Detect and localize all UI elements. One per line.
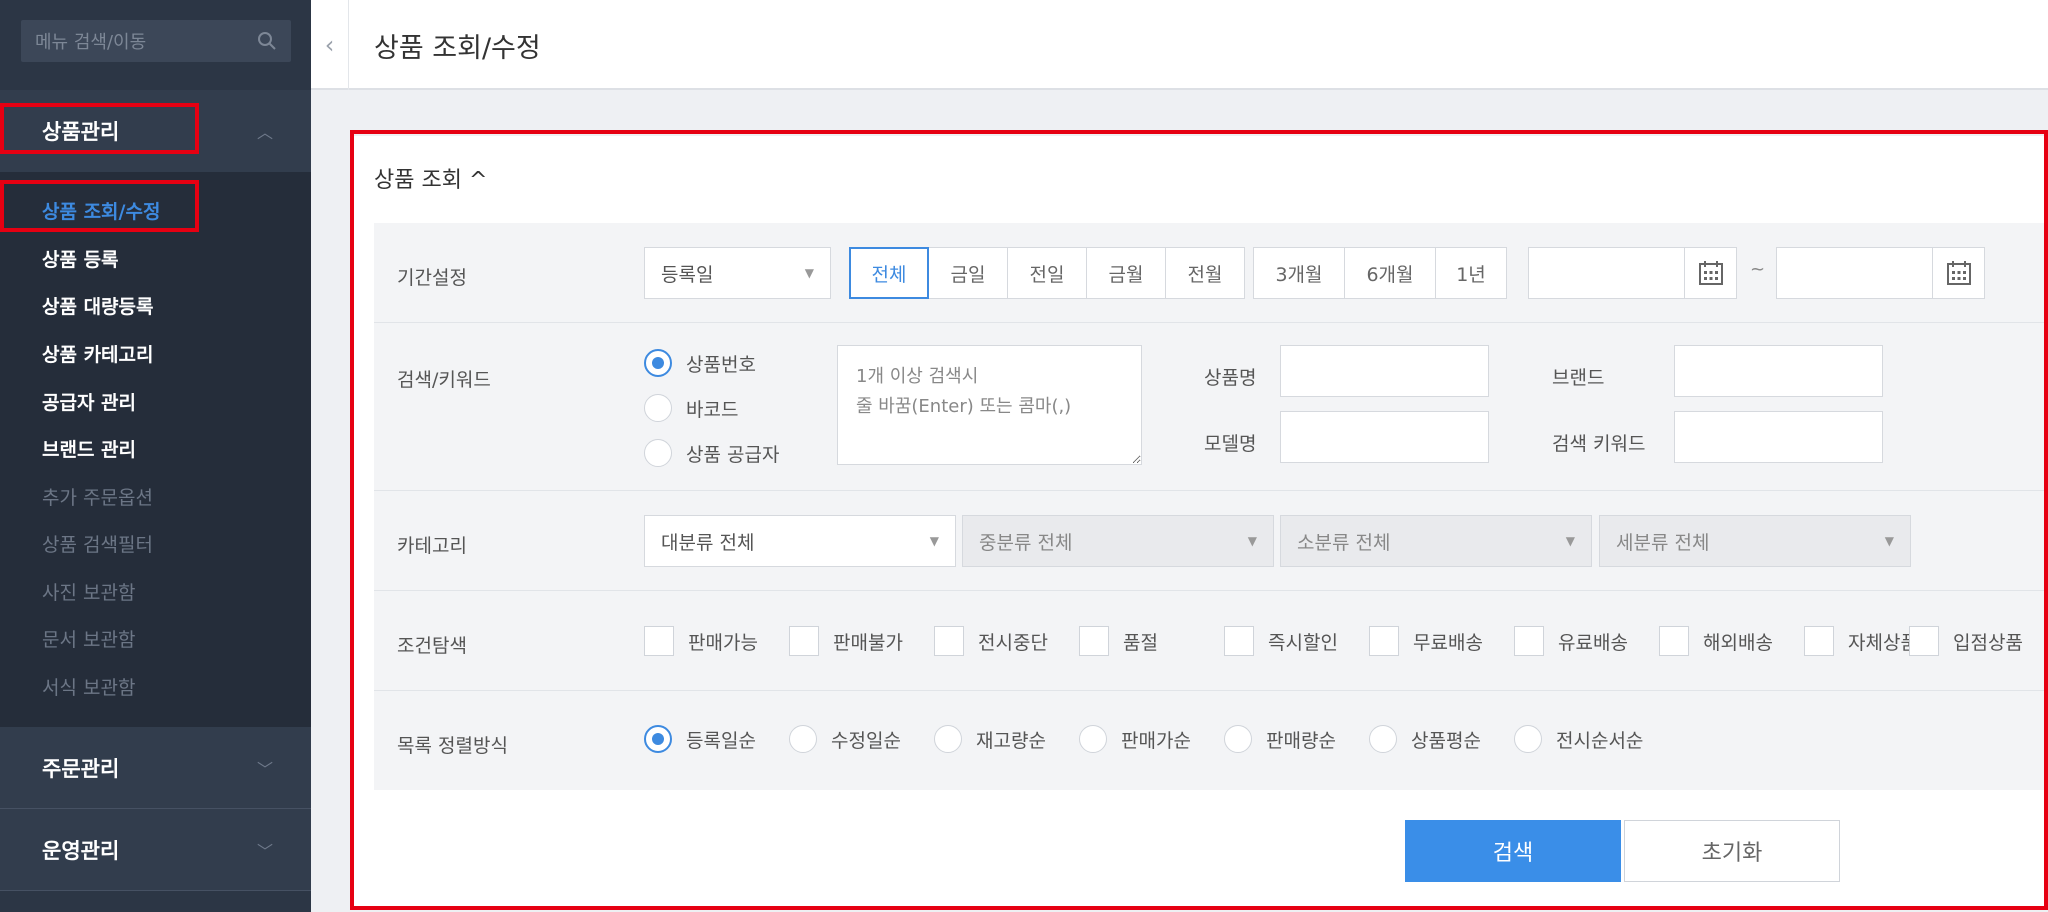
period-all-button[interactable]: 전체 xyxy=(849,247,929,299)
search-icon[interactable] xyxy=(257,31,277,51)
menu-search-box[interactable]: 메뉴 검색/이동 xyxy=(21,20,291,62)
highlight-search-panel xyxy=(350,130,2048,910)
sidebar-item-document-storage[interactable]: 문서 보관함 xyxy=(42,625,135,652)
menu-group-operation[interactable]: 운영관리 ﹀ xyxy=(0,809,311,891)
collapse-sidebar-button[interactable]: ‹ xyxy=(311,0,349,90)
menu-group-label: 운영관리 xyxy=(42,838,120,863)
sidebar-item-product-register[interactable]: 상품 등록 xyxy=(42,245,119,272)
chevron-down-icon: ﹀ xyxy=(256,759,273,779)
sidebar-item-brand[interactable]: 브랜드 관리 xyxy=(42,435,136,462)
menu-search-input[interactable]: 메뉴 검색/이동 xyxy=(35,28,257,54)
sidebar-item-form-storage[interactable]: 서식 보관함 xyxy=(42,673,135,700)
sidebar-item-supplier[interactable]: 공급자 관리 xyxy=(42,388,136,415)
highlight-menu-group xyxy=(0,103,199,154)
sidebar-item-bulk-register[interactable]: 상품 대량등록 xyxy=(42,292,154,319)
top-bar: ‹ 상품 조회/수정 xyxy=(311,0,2048,90)
chevron-down-icon: ﹀ xyxy=(256,841,273,861)
chevron-left-icon: ‹ xyxy=(324,31,335,59)
sidebar-item-order-option[interactable]: 추가 주문옵션 xyxy=(42,483,153,510)
chevron-up-icon: ︿ xyxy=(256,123,273,142)
sidebar-item-product-category[interactable]: 상품 카테고리 xyxy=(42,340,154,367)
submenu-product: 상품 조회/수정 상품 등록 상품 대량등록 상품 카테고리 공급자 관리 브랜… xyxy=(0,172,311,727)
menu-group-label: 주문관리 xyxy=(42,756,120,781)
sidebar-item-photo-storage[interactable]: 사진 보관함 xyxy=(42,578,135,605)
highlight-menu-item xyxy=(0,180,199,232)
sidebar-item-search-filter[interactable]: 상품 검색필터 xyxy=(42,530,153,557)
menu-group-order[interactable]: 주문관리 ﹀ xyxy=(0,727,311,809)
page-title: 상품 조회/수정 xyxy=(374,33,541,64)
